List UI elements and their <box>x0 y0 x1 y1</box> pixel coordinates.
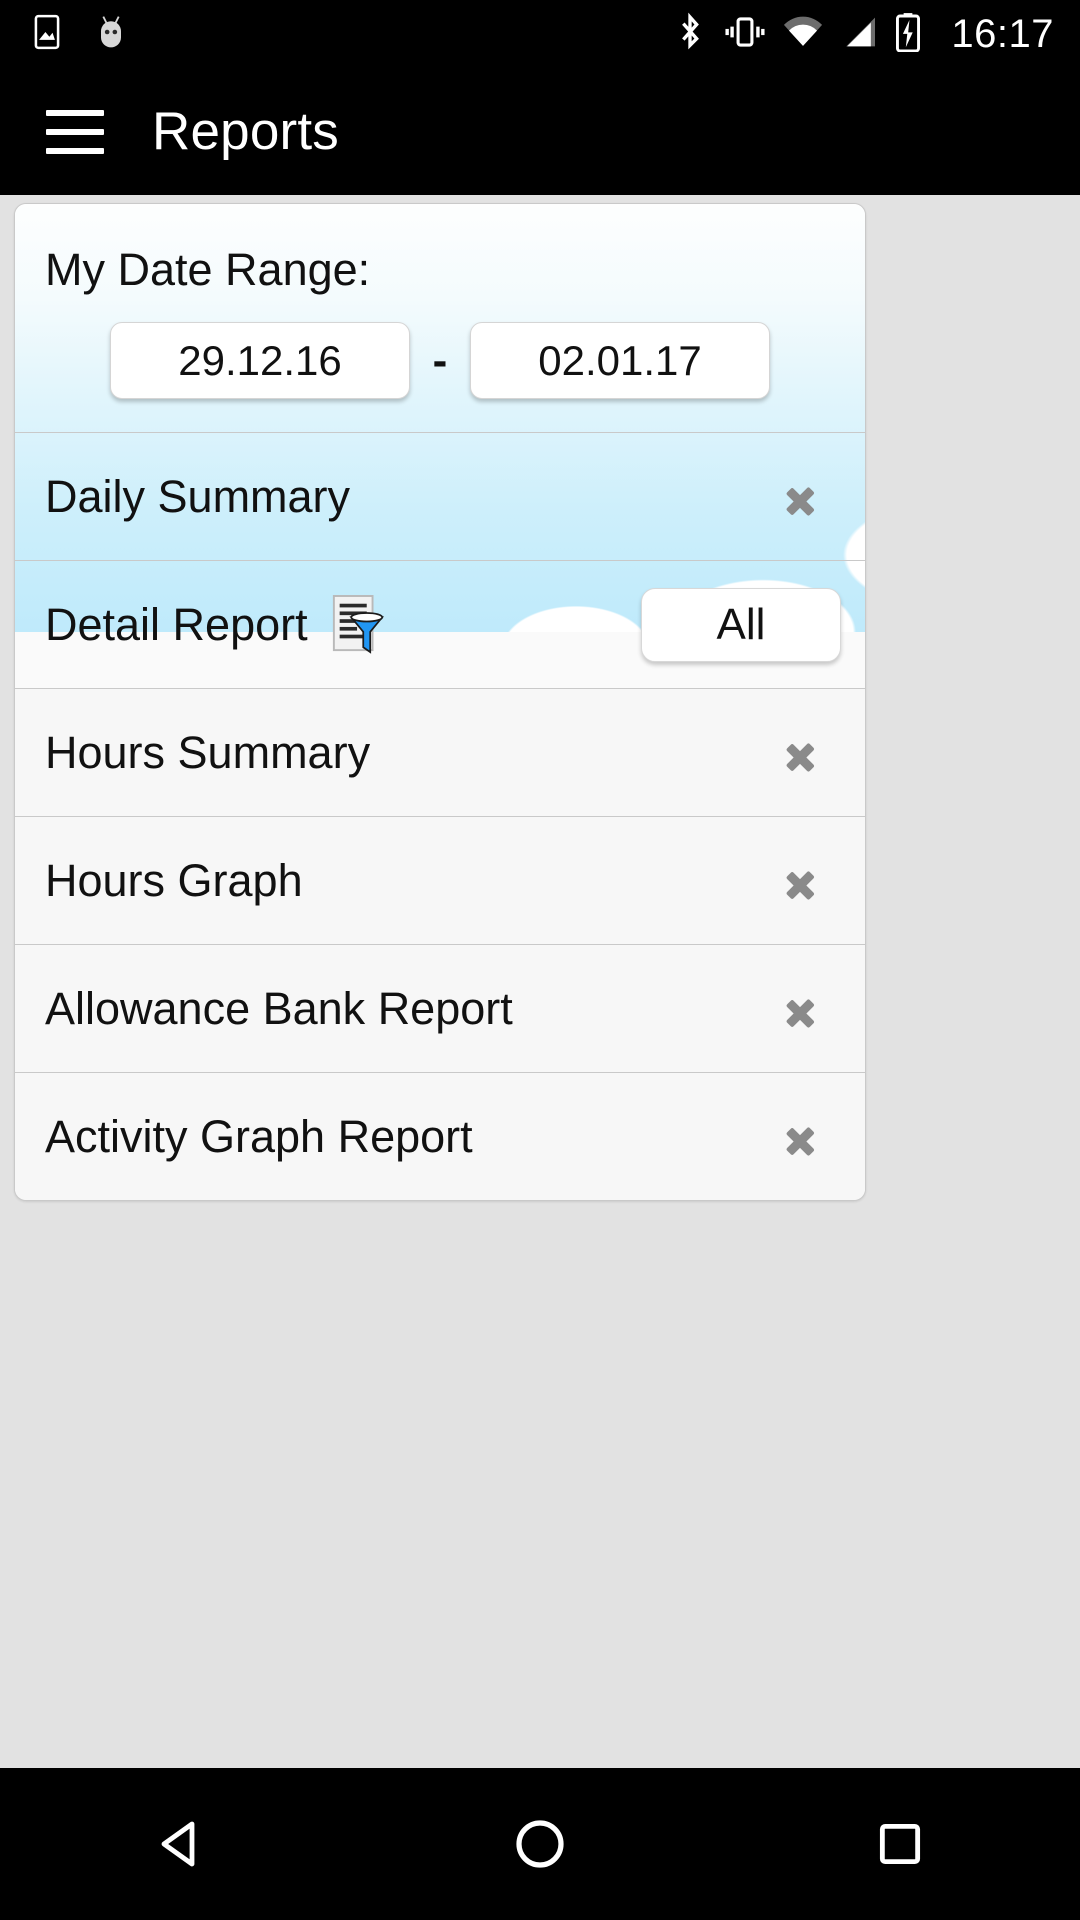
status-bar-system-icons: 16:17 <box>673 12 1080 57</box>
chevron-right-icon <box>781 986 827 1032</box>
back-triangle-icon[interactable] <box>120 1784 240 1904</box>
reports-list: Daily Summary Detail Report All Hours Su… <box>15 432 865 1200</box>
battery-charging-icon <box>895 12 921 57</box>
list-item-detail-report[interactable]: Detail Report All <box>15 560 865 688</box>
start-date-button[interactable]: 29.12.16 <box>110 322 410 399</box>
page-title: Reports <box>152 102 339 161</box>
list-item-label: Hours Summary <box>45 726 371 778</box>
date-range-section: My Date Range: 29.12.16 - 02.01.17 <box>15 204 865 432</box>
android-navigation-bar <box>0 1768 1080 1920</box>
date-range-controls: 29.12.16 - 02.01.17 <box>15 322 865 399</box>
reports-card: My Date Range: 29.12.16 - 02.01.17 Daily… <box>14 203 866 1201</box>
hamburger-line <box>46 147 104 154</box>
home-circle-icon[interactable] <box>480 1784 600 1904</box>
android-head-icon <box>92 12 130 57</box>
date-range-label: My Date Range: <box>45 244 371 295</box>
list-item-hours-graph[interactable]: Hours Graph <box>15 816 865 944</box>
hamburger-line <box>46 109 104 116</box>
recents-square-icon[interactable] <box>840 1784 960 1904</box>
hamburger-line <box>46 128 104 135</box>
list-item-hours-summary[interactable]: Hours Summary <box>15 688 865 816</box>
status-bar: 16:17 <box>0 0 1080 68</box>
list-item-allowance-bank-report[interactable]: Allowance Bank Report <box>15 944 865 1072</box>
chevron-right-icon <box>781 474 827 520</box>
list-item-label: Detail Report <box>45 598 308 650</box>
chevron-right-icon <box>781 730 827 776</box>
chevron-right-icon <box>781 858 827 904</box>
list-item-label: Hours Graph <box>45 854 303 906</box>
date-range-separator: - <box>432 335 448 385</box>
list-item-label: Allowance Bank Report <box>45 982 513 1034</box>
detail-report-filter-button[interactable]: All <box>641 587 841 662</box>
list-item-label: Activity Graph Report <box>45 1110 473 1162</box>
image-icon <box>28 13 66 56</box>
wifi-icon <box>783 16 823 53</box>
vibrate-icon <box>725 13 765 56</box>
signal-icon <box>841 16 877 53</box>
bluetooth-icon <box>673 12 707 57</box>
app-bar: Reports <box>0 68 1080 195</box>
list-item-label: Daily Summary <box>45 470 351 522</box>
hamburger-menu-icon[interactable] <box>46 109 104 154</box>
filter-report-icon <box>330 594 388 656</box>
end-date-button[interactable]: 02.01.17 <box>470 322 770 399</box>
list-item-daily-summary[interactable]: Daily Summary <box>15 432 865 560</box>
chevron-right-icon <box>781 1114 827 1160</box>
status-bar-notifications <box>0 12 130 57</box>
list-item-activity-graph-report[interactable]: Activity Graph Report <box>15 1072 865 1200</box>
status-bar-clock: 16:17 <box>951 11 1054 56</box>
